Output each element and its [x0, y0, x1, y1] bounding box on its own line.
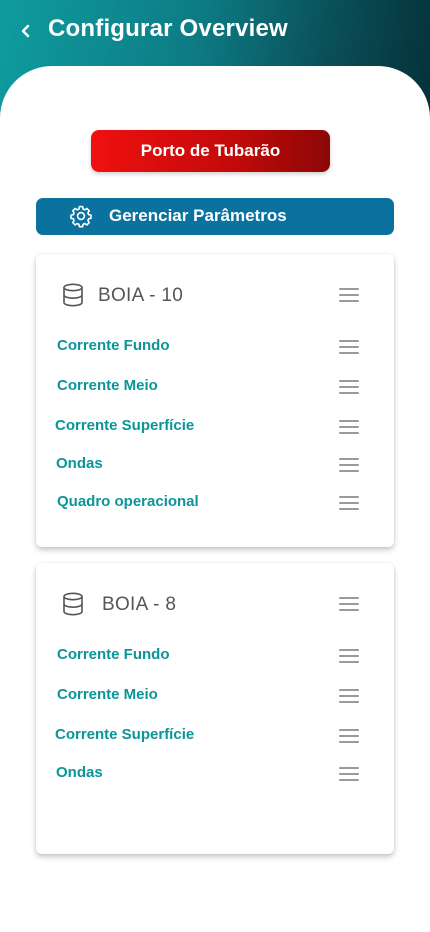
boia-card: BOIA - 10 Corrente Fundo Corrente Meio C… — [36, 254, 394, 547]
database-icon — [63, 283, 83, 307]
manage-parameters-label: Gerenciar Parâmetros — [109, 206, 287, 225]
manage-parameters-button[interactable]: Gerenciar Parâmetros — [36, 198, 394, 235]
list-item[interactable]: Ondas — [36, 450, 394, 478]
drag-handle-icon[interactable] — [339, 380, 359, 394]
item-label: Corrente Fundo — [57, 646, 170, 663]
list-item[interactable]: Corrente Superfície — [36, 721, 394, 749]
drag-handle-icon[interactable] — [339, 420, 359, 434]
item-label: Corrente Superfície — [55, 726, 195, 743]
page-title: Configurar Overview — [48, 15, 288, 42]
item-label: Corrente Meio — [57, 686, 158, 703]
drag-handle-icon[interactable] — [339, 649, 359, 663]
list-item[interactable]: Corrente Fundo — [36, 332, 394, 360]
back-button[interactable] — [14, 19, 38, 43]
boia-card: BOIA - 8 Corrente Fundo Corrente Meio Co… — [36, 563, 394, 854]
card-title: BOIA - 10 — [98, 285, 184, 306]
drag-handle-icon[interactable] — [339, 729, 359, 743]
drag-handle-icon[interactable] — [339, 767, 359, 781]
drag-handle-icon[interactable] — [339, 597, 359, 611]
list-item[interactable]: Corrente Meio — [36, 372, 394, 400]
item-label: Ondas — [56, 455, 103, 472]
card-header: BOIA - 10 — [36, 254, 394, 314]
list-item[interactable]: Quadro operacional — [36, 488, 394, 516]
drag-handle-icon[interactable] — [339, 689, 359, 703]
gear-icon — [70, 205, 92, 228]
card-header: BOIA - 8 — [36, 563, 394, 623]
item-label: Corrente Meio — [57, 377, 158, 394]
list-item[interactable]: Corrente Fundo — [36, 641, 394, 669]
drag-handle-icon[interactable] — [339, 340, 359, 354]
drag-handle-icon[interactable] — [339, 458, 359, 472]
drag-handle-icon[interactable] — [339, 288, 359, 302]
chevron-left-icon — [21, 24, 30, 38]
location-button[interactable]: Porto de Tubarão — [91, 130, 330, 172]
list-item[interactable]: Ondas — [36, 759, 394, 787]
drag-handle-icon[interactable] — [339, 496, 359, 510]
list-item[interactable]: Corrente Meio — [36, 681, 394, 709]
item-label: Corrente Fundo — [57, 337, 170, 354]
item-label: Ondas — [56, 764, 103, 781]
item-label: Quadro operacional — [57, 493, 199, 510]
item-label: Corrente Superfície — [55, 417, 195, 434]
database-icon — [63, 592, 83, 616]
list-item[interactable]: Corrente Superfície — [36, 412, 394, 440]
card-title: BOIA - 8 — [102, 594, 177, 615]
